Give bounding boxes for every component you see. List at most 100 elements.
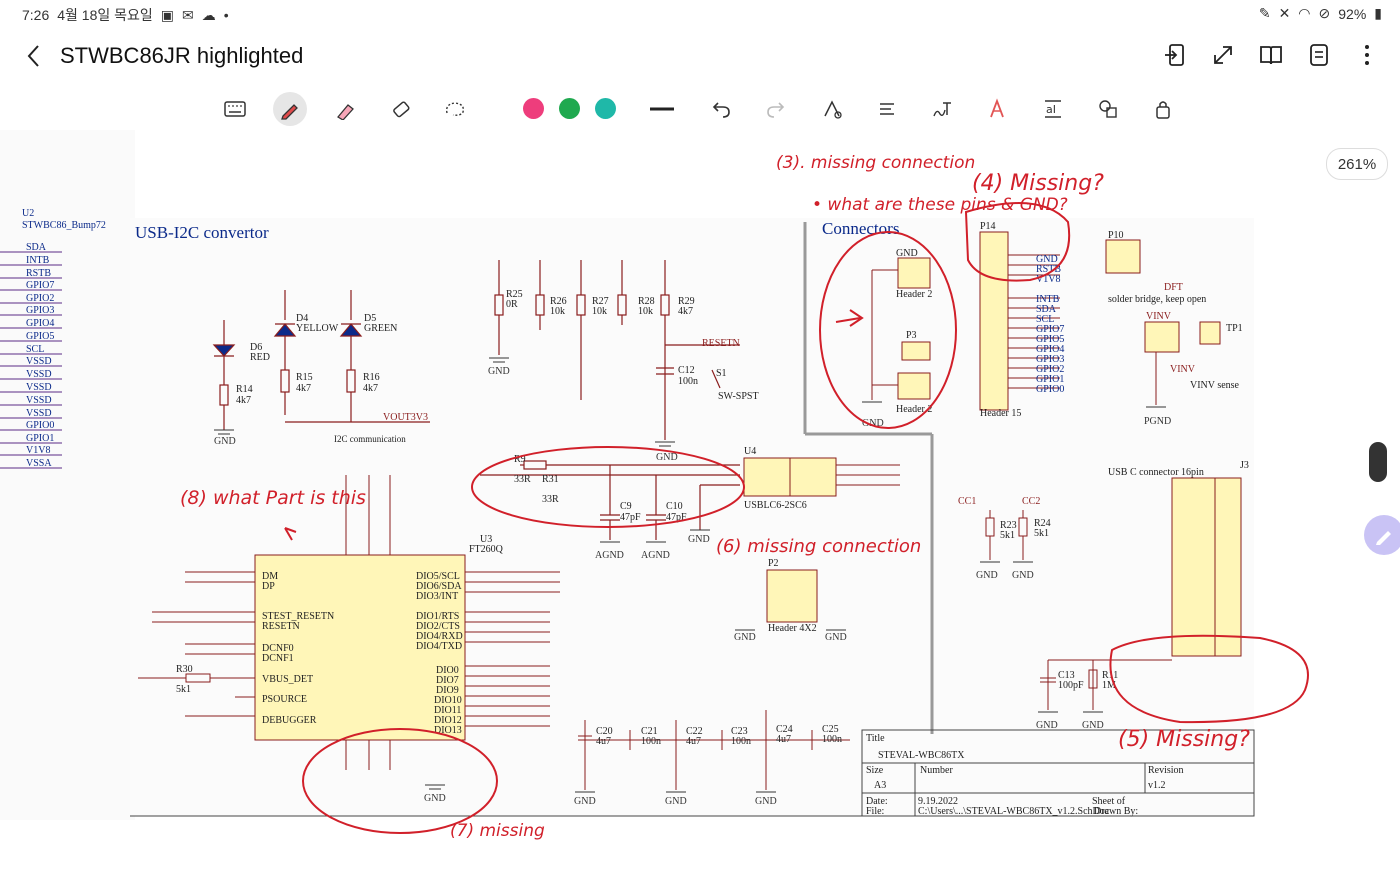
svg-text:5k1: 5k1 [1034,528,1049,539]
highlighter-tool[interactable] [328,92,362,126]
keyboard-icon [224,101,246,117]
svg-text:0R: 0R [506,299,518,310]
svg-text:GND: GND [1082,720,1104,731]
svg-text:DIO3/INT: DIO3/INT [416,591,458,602]
svg-text:P10: P10 [1108,230,1124,241]
svg-text:GND: GND [734,632,756,643]
svg-text:Header 2: Header 2 [896,289,932,300]
u2-pin: GPIO1 [26,433,54,444]
expand-button[interactable] [1210,42,1236,68]
lasso-icon [445,102,465,116]
svg-text:GREEN: GREEN [364,323,397,334]
svg-text:Revision: Revision [1148,765,1184,776]
svg-text:TP1: TP1 [1226,323,1243,334]
svg-text:A3: A3 [874,780,886,791]
color-swatch-pink[interactable] [523,98,544,119]
export-icon [1165,44,1184,66]
read-mode-button[interactable] [1258,42,1284,68]
note-canvas[interactable]: U2 STWBC86_Bump72 SDA INTB RSTB GPIO7 GP… [0,130,1400,876]
lasso-tool[interactable] [438,92,472,126]
handwriting-tool[interactable] [925,92,959,126]
shape-pen-icon [824,100,842,119]
u2-pin: RSTB [26,268,51,279]
back-button[interactable] [22,42,46,70]
svg-text:R15: R15 [296,372,313,383]
svg-text:GND: GND [665,796,687,807]
floating-pen-button[interactable] [1364,515,1400,555]
svg-text:4u7: 4u7 [686,736,701,747]
mail-icon: ✉ [182,6,194,23]
svg-text:33R: 33R [514,474,531,485]
shapes-tool[interactable] [1091,92,1125,126]
svg-text:R30: R30 [176,664,193,675]
svg-text:GND: GND [896,248,918,259]
text-align-tool[interactable] [870,92,904,126]
svg-text:RESETN: RESETN [262,621,300,632]
color-swatch-green[interactable] [559,98,580,119]
svg-text:YELLOW: YELLOW [296,323,339,334]
svg-text:4k7: 4k7 [236,395,251,406]
svg-text:GND: GND [1012,570,1034,581]
u2-pin: VSSD [26,369,52,380]
eraser-tool[interactable] [383,92,417,126]
chevron-left-icon [27,45,39,67]
book-icon [1260,46,1282,65]
zoom-level-badge[interactable]: 261% [1326,148,1388,180]
svg-text:VINV: VINV [1170,364,1196,375]
shape-tool[interactable] [815,92,849,126]
wifi-icon: ◠ [1298,5,1311,21]
svg-text:100n: 100n [641,736,661,747]
u2-pin: GPIO7 [26,280,54,291]
svg-text:GPIO0: GPIO0 [1036,384,1064,395]
shapes-icon [1099,100,1117,118]
text-tool[interactable]: aI [1036,92,1070,126]
u2-pin: SDA [26,242,47,253]
svg-text:GND: GND [656,452,678,463]
svg-text:100n: 100n [731,736,751,747]
note-title: STWBC86JR highlighted [60,43,304,68]
line-width-icon [650,107,674,111]
svg-text:10k: 10k [638,306,653,317]
annotation-3b: • what are these pins & GND? [812,195,1068,215]
svg-text:R14: R14 [236,384,253,395]
layout-button[interactable] [1306,42,1332,68]
color-swatch-teal[interactable] [595,98,616,119]
redo-icon [767,102,785,118]
clock: 7:26 [22,7,50,23]
dnd-icon: ⊘ [1318,5,1331,21]
svg-text:J3: J3 [1240,460,1249,471]
svg-text:4k7: 4k7 [363,383,378,394]
more-options-button[interactable] [1354,42,1380,68]
eraser-icon [393,101,410,118]
export-button[interactable] [1162,42,1188,68]
annotation-4: (4) Missing? [972,171,1104,196]
redo-button[interactable] [760,92,794,126]
stroke-width-tool[interactable] [645,92,679,126]
schematic-drawing: U2 STWBC86_Bump72 SDA INTB RSTB GPIO7 GP… [0,153,1309,841]
svg-text:AGND: AGND [595,550,624,561]
annotation-6: (6) missing connection [716,536,921,557]
lock-tool[interactable] [1146,92,1180,126]
svg-text:GND: GND [976,570,998,581]
keyboard-tool[interactable] [218,92,252,126]
svg-text:GND: GND [755,796,777,807]
svg-text:Size: Size [866,765,884,776]
undo-button[interactable] [703,92,737,126]
svg-text:S1: S1 [716,368,727,379]
u2-pin: SCL [26,344,44,355]
u2-pin: VSSD [26,408,52,419]
svg-text:V1V8: V1V8 [1036,274,1060,285]
pen-tool[interactable] [273,92,307,126]
svg-text:Header 4X2: Header 4X2 [768,623,817,634]
page-scroll-handle[interactable] [1369,442,1387,482]
date: 4월 18일 목요일 [57,7,153,23]
svg-text:VINV: VINV [1146,311,1172,322]
status-bar: 7:26 4월 18일 목요일 ▣ ✉ ☁ • ✎ ✕ ◠ ⊘ 92% ▮ [0,0,1400,28]
svg-text:5k1: 5k1 [176,684,191,695]
svg-text:DEBUGGER: DEBUGGER [262,715,317,726]
lock-icon [1156,101,1170,119]
u2-pin: GPIO2 [26,293,54,304]
style-tool[interactable] [980,92,1014,126]
svg-text:PGND: PGND [1144,416,1171,427]
svg-text:Title: Title [866,733,885,744]
